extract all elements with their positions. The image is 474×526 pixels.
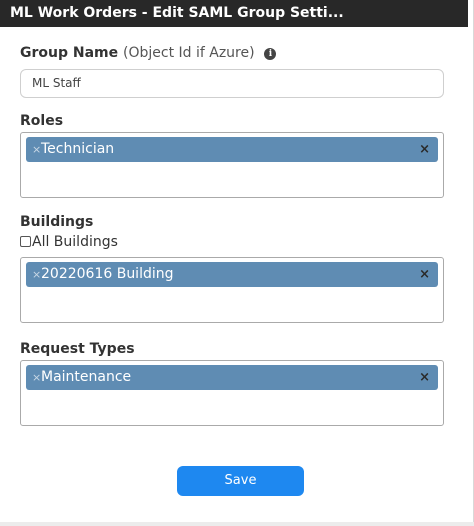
all-buildings-label[interactable]: All Buildings — [32, 234, 118, 250]
clear-selection-icon[interactable]: × — [419, 365, 430, 390]
request-types-label: Request Types — [20, 341, 135, 357]
buildings-chip: × 20220616 Building × — [26, 262, 438, 287]
edit-saml-group-dialog: ML Work Orders - Edit SAML Group Setti..… — [0, 0, 474, 526]
roles-chip-label: Technician — [41, 141, 115, 157]
buildings-select[interactable]: × 20220616 Building × — [20, 257, 444, 323]
request-types-chip: × Maintenance × — [26, 365, 438, 390]
chip-remove-icon[interactable]: × — [32, 137, 41, 162]
clear-selection-icon[interactable]: × — [419, 137, 430, 162]
dialog-title: ML Work Orders - Edit SAML Group Setti..… — [0, 0, 468, 27]
buildings-chip-label: 20220616 Building — [41, 266, 174, 282]
group-name-label: Group Name (Object Id if Azure) i — [20, 45, 277, 61]
roles-label: Roles — [20, 113, 64, 129]
request-types-select[interactable]: × Maintenance × — [20, 360, 444, 426]
roles-select[interactable]: × Technician × — [20, 132, 444, 198]
roles-chip: × Technician × — [26, 137, 438, 162]
group-name-hint: (Object Id if Azure) — [123, 45, 255, 61]
all-buildings-row[interactable]: All Buildings — [20, 234, 118, 250]
chip-remove-icon[interactable]: × — [32, 262, 41, 287]
dialog-bottom-edge — [0, 522, 474, 526]
clear-selection-icon[interactable]: × — [419, 262, 430, 287]
group-name-input[interactable]: ML Staff — [20, 69, 444, 98]
buildings-label: Buildings — [20, 214, 94, 230]
info-icon[interactable]: i — [264, 48, 277, 60]
chip-remove-icon[interactable]: × — [32, 365, 41, 390]
save-button[interactable]: Save — [177, 466, 304, 496]
group-name-label-text: Group Name — [20, 45, 119, 61]
request-types-chip-label: Maintenance — [41, 369, 132, 385]
all-buildings-checkbox[interactable] — [20, 236, 31, 247]
